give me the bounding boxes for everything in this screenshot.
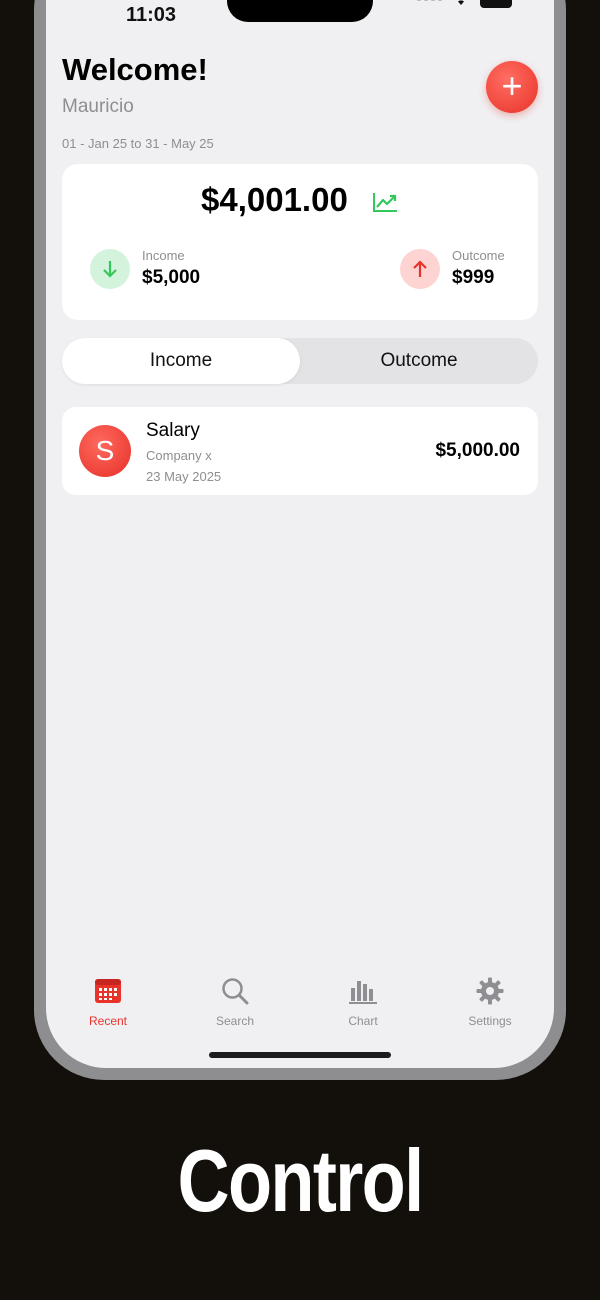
tab-recent[interactable]: Recent bbox=[58, 976, 158, 1028]
tab-chart[interactable]: Chart bbox=[313, 976, 413, 1028]
tab-settings[interactable]: Settings bbox=[440, 976, 540, 1028]
app-stage: 11:03 Welcome! Mauricio 01 - Jan 25 to 3… bbox=[0, 0, 600, 1300]
bar-chart-icon bbox=[349, 981, 377, 1004]
tab-bar: Recent Search Chart Settings bbox=[46, 976, 554, 1036]
outcome-label: Outcome bbox=[452, 248, 505, 263]
transaction-date: 23 May 2025 bbox=[146, 469, 222, 484]
avatar: S bbox=[79, 425, 131, 477]
tab-search-label: Search bbox=[215, 1014, 255, 1028]
outcome-arrow-icon bbox=[400, 248, 440, 289]
promo-caption: Control bbox=[177, 1131, 424, 1230]
tab-recent-label: Recent bbox=[88, 1014, 128, 1028]
transaction-amount: $5,000.00 bbox=[435, 440, 520, 461]
transaction-row[interactable]: S Salary Company x 23 May 2025 $5,000.00 bbox=[62, 407, 538, 495]
add-transaction-button[interactable]: + bbox=[486, 61, 538, 113]
status-icons bbox=[417, 0, 512, 8]
tab-outcome[interactable]: Outcome bbox=[300, 338, 538, 384]
trend-up-icon bbox=[372, 193, 397, 213]
plus-icon: + bbox=[501, 65, 523, 106]
gear-icon bbox=[476, 977, 504, 1005]
tab-search[interactable]: Search bbox=[185, 976, 285, 1028]
home-indicator bbox=[209, 1052, 391, 1058]
income-outcome-toggle: Income Outcome bbox=[62, 338, 538, 384]
username: Mauricio bbox=[62, 96, 134, 117]
outcome-value: $999 bbox=[452, 267, 495, 288]
battery-icon bbox=[480, 0, 512, 8]
calendar-icon bbox=[95, 979, 121, 1003]
balance-amount-row: $4,001.00 bbox=[62, 181, 538, 219]
balance-card: $4,001.00 Income $5,000 Outcome $999 bbox=[62, 164, 538, 320]
transaction-subtitle: Company x bbox=[146, 448, 212, 463]
date-range[interactable]: 01 - Jan 25 to 31 - May 25 bbox=[62, 136, 214, 151]
tab-settings-label: Settings bbox=[468, 1014, 512, 1028]
balance-amount: $4,001.00 bbox=[201, 181, 348, 218]
dynamic-island bbox=[227, 0, 373, 22]
income-value: $5,000 bbox=[142, 267, 201, 288]
status-time: 11:03 bbox=[125, 4, 177, 26]
wifi-icon bbox=[458, 0, 464, 5]
outcome-summary: Outcome $999 bbox=[400, 248, 505, 289]
income-arrow-icon bbox=[90, 248, 130, 289]
transaction-title: Salary bbox=[146, 420, 200, 441]
income-label: Income bbox=[142, 248, 185, 263]
phone-screen: 11:03 Welcome! Mauricio 01 - Jan 25 to 3… bbox=[46, 0, 554, 1068]
tab-income[interactable]: Income bbox=[62, 338, 300, 384]
tab-chart-label: Chart bbox=[348, 1014, 378, 1028]
page-title: Welcome! bbox=[62, 52, 208, 87]
search-icon bbox=[222, 978, 249, 1005]
signal-icon bbox=[417, 0, 442, 1]
income-summary: Income $5,000 bbox=[90, 248, 200, 289]
